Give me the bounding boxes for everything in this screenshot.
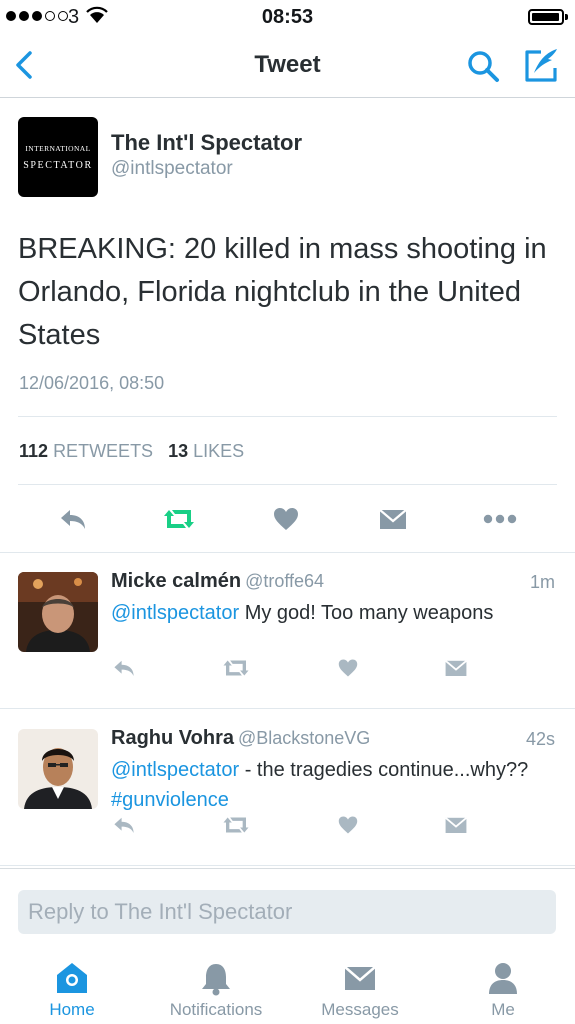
- reply-tweet[interactable]: Raghu Vohra @BlackstoneVG 42s @intlspecta…: [0, 710, 575, 866]
- author-handle: @BlackstoneVG: [237, 728, 371, 748]
- author-name: Raghu Vohra: [111, 727, 234, 749]
- mention-link[interactable]: @intlspectator: [111, 759, 239, 781]
- retweet-button[interactable]: [159, 499, 199, 539]
- status-bar: 3 08:53: [0, 0, 575, 34]
- reply-author[interactable]: Micke calmén @troffe64: [111, 570, 324, 593]
- envelope-icon: [344, 966, 376, 990]
- divider: [18, 484, 557, 485]
- avatar[interactable]: [18, 572, 98, 652]
- reply-icon: [114, 660, 134, 676]
- search-icon[interactable]: [465, 48, 501, 84]
- retweet-button[interactable]: [219, 808, 253, 842]
- reply-actions: [0, 808, 575, 842]
- tweet-actions: [0, 499, 575, 539]
- home-icon: [57, 963, 87, 993]
- reply-icon: [114, 817, 134, 833]
- retweet-icon: [223, 817, 249, 833]
- tab-notifications[interactable]: Notifications: [151, 948, 281, 1024]
- more-icon: [483, 514, 517, 524]
- reply-text: @intlspectator - the tragedies continue.…: [111, 755, 551, 815]
- more-options-button[interactable]: [480, 499, 520, 539]
- tab-home[interactable]: Home: [7, 948, 137, 1024]
- divider: [18, 416, 557, 417]
- retweets-label: RETWEETS: [53, 441, 154, 461]
- tab-messages[interactable]: Messages: [295, 948, 425, 1024]
- avatar-text-line1: INTERNATIONAL: [25, 143, 91, 153]
- likes-label: LIKES: [193, 441, 245, 461]
- reply-button[interactable]: [107, 651, 141, 685]
- tweet-stats: 112 RETWEETS 13 LIKES: [19, 441, 244, 462]
- tab-label: Home: [49, 1000, 95, 1019]
- tab-me[interactable]: Me: [438, 948, 568, 1024]
- like-button[interactable]: [266, 499, 306, 539]
- bell-icon: [202, 964, 230, 996]
- nav-bar: Tweet: [0, 34, 575, 98]
- reply-button[interactable]: [53, 499, 93, 539]
- reply-composer: [0, 868, 575, 948]
- retweet-icon: [223, 660, 249, 676]
- tweet-timestamp: 12/06/2016, 08:50: [19, 373, 165, 393]
- mention-link[interactable]: @intlspectator: [111, 602, 239, 624]
- tweet-text: BREAKING: 20 killed in mass shooting in …: [18, 233, 547, 351]
- reply-text: @intlspectator My god! Too many weapons: [111, 598, 551, 628]
- like-button[interactable]: [331, 651, 365, 685]
- author-name: Micke calmén: [111, 570, 242, 592]
- avatar[interactable]: INTERNATIONAL SPECTATOR: [18, 117, 98, 197]
- main-tweet: INTERNATIONAL SPECTATOR The Int'l Specta…: [0, 99, 575, 553]
- like-button[interactable]: [331, 808, 365, 842]
- heart-icon: [274, 508, 298, 530]
- reply-icon: [61, 510, 85, 529]
- reply-body: - the tragedies continue...why??: [239, 759, 529, 781]
- author-name[interactable]: The Int'l Spectator: [111, 130, 302, 156]
- reply-body: My god! Too many weapons: [239, 602, 494, 624]
- envelope-icon: [445, 660, 467, 676]
- compose-tweet-icon[interactable]: [521, 46, 561, 84]
- reply-button[interactable]: [107, 808, 141, 842]
- direct-message-button[interactable]: [439, 651, 473, 685]
- heart-icon: [338, 659, 358, 677]
- retweet-count: 112: [19, 441, 49, 461]
- battery-icon: [528, 9, 564, 25]
- heart-icon: [338, 816, 358, 834]
- avatar-text-line2: SPECTATOR: [23, 159, 93, 171]
- reply-tweet[interactable]: Micke calmén @troffe64 1m @intlspectator …: [0, 553, 575, 709]
- author-handle: @troffe64: [245, 571, 325, 591]
- tab-label: Notifications: [169, 1000, 263, 1019]
- avatar[interactable]: [18, 729, 98, 809]
- retweet-icon: [164, 510, 194, 528]
- direct-message-button[interactable]: [439, 808, 473, 842]
- reply-time: 42s: [525, 729, 555, 749]
- status-time: 08:53: [261, 6, 314, 28]
- tab-label: Messages: [321, 1000, 399, 1019]
- tab-bar: Home Notifications Messages Me: [0, 948, 575, 1024]
- tab-label: Me: [491, 1000, 515, 1019]
- like-count: 13: [168, 441, 189, 461]
- reply-actions: [0, 651, 575, 685]
- author-handle[interactable]: @intlspectator: [111, 158, 233, 180]
- reply-time: 1m: [529, 572, 555, 592]
- direct-message-button[interactable]: [373, 499, 413, 539]
- battery-tip: [565, 14, 568, 20]
- envelope-icon: [445, 817, 467, 833]
- retweet-button[interactable]: [219, 651, 253, 685]
- reply-author[interactable]: Raghu Vohra @BlackstoneVG: [111, 727, 370, 750]
- reply-input[interactable]: [18, 890, 556, 934]
- person-icon: [489, 963, 517, 994]
- like-count-link[interactable]: 13 LIKES: [168, 441, 244, 461]
- retweet-count-link[interactable]: 112 RETWEETS: [19, 441, 153, 461]
- envelope-icon: [379, 509, 407, 529]
